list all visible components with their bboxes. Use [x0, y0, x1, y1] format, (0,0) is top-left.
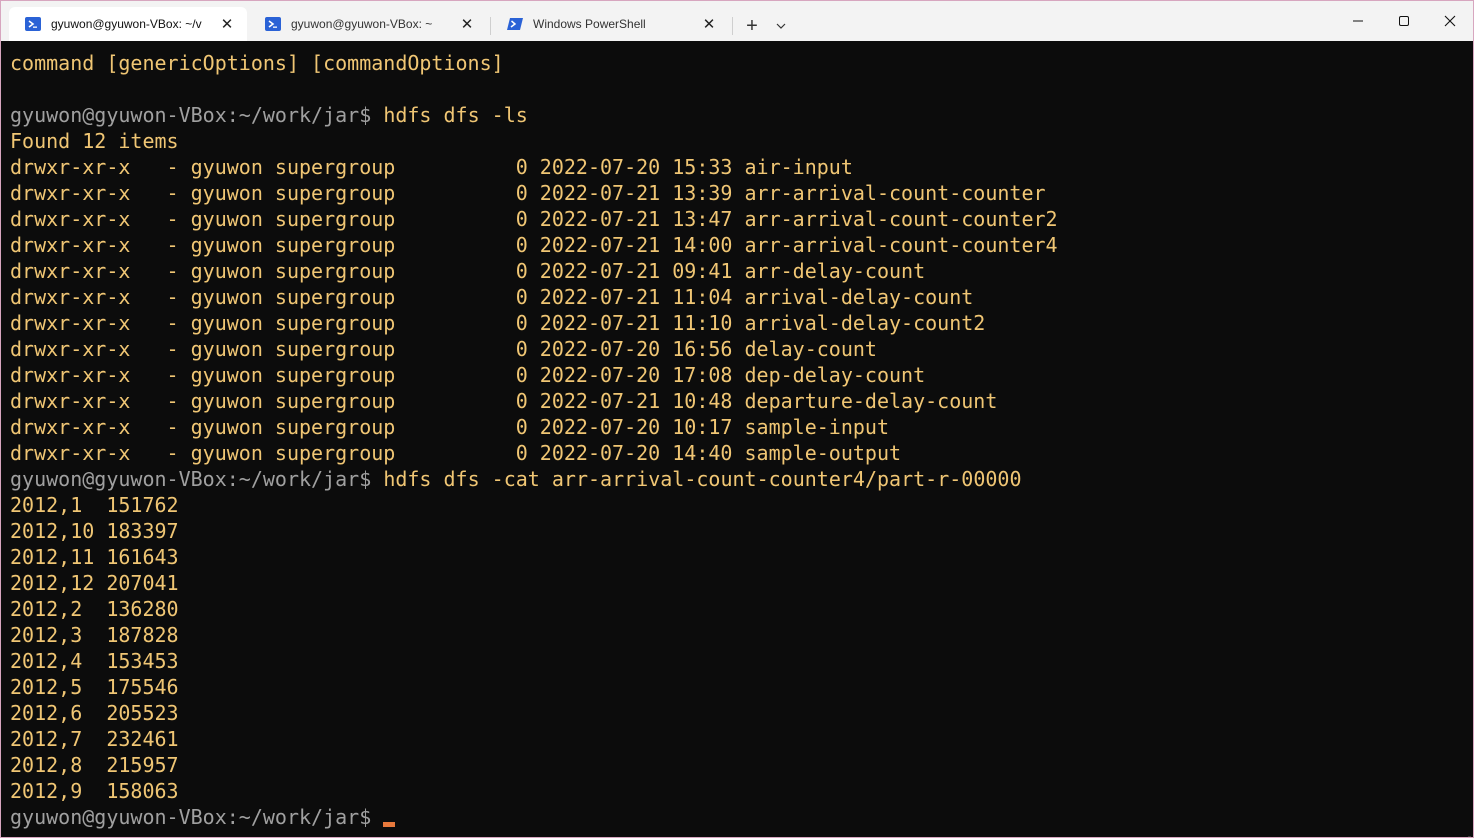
prompt-separator: :: [226, 103, 239, 127]
tab-divider: [732, 17, 733, 35]
prompt-user: gyuwon@gyuwon-VBox: [10, 467, 227, 491]
ls-row: drwxr-xr-x - gyuwon supergroup 0 2022-07…: [10, 181, 1046, 205]
prompt-line: gyuwon@gyuwon-VBox:~/work/jar$ hdfs dfs …: [10, 102, 528, 128]
ls-row: drwxr-xr-x - gyuwon supergroup 0 2022-07…: [10, 233, 1058, 257]
ls-row: drwxr-xr-x - gyuwon supergroup 0 2022-07…: [10, 259, 926, 283]
powershell-icon: [507, 16, 523, 32]
terminal-prompt-icon: [25, 16, 41, 32]
maximize-icon[interactable]: [1381, 1, 1427, 41]
command-text: hdfs dfs -ls: [383, 103, 528, 127]
output-line: command [genericOptions] [commandOptions…: [10, 51, 504, 75]
tab-3[interactable]: Windows PowerShell ✕: [491, 7, 729, 41]
tab-2-label: gyuwon@gyuwon-VBox: ~: [291, 17, 433, 31]
prompt-line: gyuwon@gyuwon-VBox:~/work/jar$ hdfs dfs …: [10, 466, 1022, 492]
chevron-down-icon[interactable]: [769, 13, 793, 39]
tab-1-close-icon[interactable]: ✕: [217, 14, 237, 34]
output-line: Found 12 items: [10, 129, 179, 153]
prompt-line: gyuwon@gyuwon-VBox:~/work/jar$: [10, 804, 396, 830]
cat-row: 2012,12 207041: [10, 571, 179, 595]
cat-row: 2012,7 232461: [10, 727, 179, 751]
ls-row: drwxr-xr-x - gyuwon supergroup 0 2022-07…: [10, 311, 986, 335]
tab-2-close-icon[interactable]: ✕: [457, 14, 477, 34]
ls-row: drwxr-xr-x - gyuwon supergroup 0 2022-07…: [10, 389, 998, 413]
ls-row: drwxr-xr-x - gyuwon supergroup 0 2022-07…: [10, 155, 853, 179]
ls-row: drwxr-xr-x - gyuwon supergroup 0 2022-07…: [10, 363, 926, 387]
cat-row: 2012,6 205523: [10, 701, 179, 725]
prompt-path: ~/work/jar: [238, 467, 360, 491]
cat-row: 2012,10 183397: [10, 519, 179, 543]
terminal-prompt-icon: [265, 16, 281, 32]
cat-row: 2012,2 136280: [10, 597, 179, 621]
prompt-symbol: $: [359, 805, 384, 829]
prompt-symbol: $: [359, 103, 384, 127]
terminal-window: gyuwon@gyuwon-VBox: ~/v ✕ gyuwon@gyuwon-…: [0, 0, 1474, 838]
tab-3-label: Windows PowerShell: [533, 17, 646, 31]
cat-row: 2012,11 161643: [10, 545, 179, 569]
cat-row: 2012,8 215957: [10, 753, 179, 777]
cat-row: 2012,1 151762: [10, 493, 179, 517]
text-cursor: [383, 822, 396, 827]
prompt-separator: :: [226, 467, 239, 491]
tab-3-close-icon[interactable]: ✕: [699, 14, 719, 34]
prompt-user: gyuwon@gyuwon-VBox: [10, 805, 227, 829]
ls-row: drwxr-xr-x - gyuwon supergroup 0 2022-07…: [10, 207, 1058, 231]
new-tab-button[interactable]: +: [739, 13, 765, 39]
cat-row: 2012,9 158063: [10, 779, 179, 803]
cat-row: 2012,5 175546: [10, 675, 179, 699]
prompt-user: gyuwon@gyuwon-VBox: [10, 103, 227, 127]
close-icon[interactable]: [1427, 1, 1473, 41]
minimize-icon[interactable]: [1335, 1, 1381, 41]
cat-row: 2012,4 153453: [10, 649, 179, 673]
ls-row: drwxr-xr-x - gyuwon supergroup 0 2022-07…: [10, 337, 877, 361]
terminal-output[interactable]: command [genericOptions] [commandOptions…: [1, 41, 1473, 837]
tab-1-label: gyuwon@gyuwon-VBox: ~/v: [51, 17, 202, 31]
ls-row: drwxr-xr-x - gyuwon supergroup 0 2022-07…: [10, 441, 902, 465]
title-bar: gyuwon@gyuwon-VBox: ~/v ✕ gyuwon@gyuwon-…: [1, 1, 1473, 41]
command-text: hdfs dfs -cat arr-arrival-count-counter4…: [383, 467, 1022, 491]
tab-2[interactable]: gyuwon@gyuwon-VBox: ~ ✕: [249, 7, 487, 41]
prompt-path: ~/work/jar: [238, 805, 360, 829]
cat-row: 2012,3 187828: [10, 623, 179, 647]
tab-1[interactable]: gyuwon@gyuwon-VBox: ~/v ✕: [9, 7, 247, 41]
prompt-path: ~/work/jar: [238, 103, 360, 127]
ls-row: drwxr-xr-x - gyuwon supergroup 0 2022-07…: [10, 415, 889, 439]
ls-row: drwxr-xr-x - gyuwon supergroup 0 2022-07…: [10, 285, 974, 309]
prompt-separator: :: [226, 805, 239, 829]
prompt-symbol: $: [359, 467, 384, 491]
